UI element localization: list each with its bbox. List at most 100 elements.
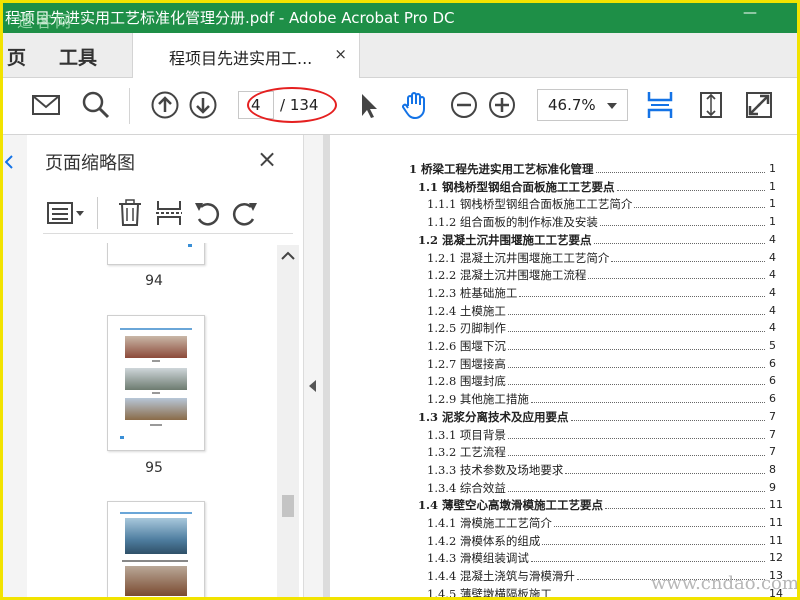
toc-page-number: 9 xyxy=(769,481,776,494)
toc-entry[interactable]: 1.3 泥浆分离技术及应用要点 xyxy=(418,409,569,425)
thumbnail-page-number: 94 xyxy=(145,273,163,289)
thumbnail-photo xyxy=(125,398,187,420)
thumbnail-photo xyxy=(125,336,187,358)
toc-leader-dots xyxy=(507,438,765,439)
previous-page-icon[interactable] xyxy=(150,90,180,120)
menu-item-home[interactable]: 页 xyxy=(7,43,26,70)
toc-entry[interactable]: 1.1.2 组合面板的制作标准及安装 xyxy=(427,214,598,230)
select-cursor-icon[interactable] xyxy=(354,90,384,120)
toc-entry[interactable]: 1.4.5 薄壁墩横隔板施工 xyxy=(427,586,552,597)
rotate-right-icon[interactable] xyxy=(231,199,259,227)
search-icon[interactable] xyxy=(81,90,111,120)
document-tab-label: 程项目先进实用工... xyxy=(169,49,313,68)
toc-entry[interactable]: 1.3.1 项目背景 xyxy=(427,427,506,443)
extract-pages-icon[interactable] xyxy=(155,199,183,227)
toc-page-number: 7 xyxy=(769,445,776,458)
toc-page-number: 11 xyxy=(769,516,783,529)
zoom-value: 46.7% xyxy=(548,96,596,114)
toc-leader-dots xyxy=(565,473,765,474)
page-thumbnail[interactable] xyxy=(107,315,205,451)
tab-close-button[interactable]: × xyxy=(334,45,347,63)
app-window: 程项目先进实用工艺标准化管理分册.pdf - Adobe Acrobat Pro… xyxy=(0,0,800,600)
previous-tool-icon[interactable] xyxy=(0,90,23,120)
toc-leader-dots xyxy=(507,314,765,315)
toc-leader-dots xyxy=(593,243,765,244)
email-icon[interactable] xyxy=(31,90,61,120)
triangle-left-icon xyxy=(309,380,316,392)
toc-entry[interactable]: 1.2 混凝土沉井围堰施工工艺要点 xyxy=(418,232,592,248)
toc-page-number: 4 xyxy=(769,321,776,334)
toc-leader-dots xyxy=(611,261,765,262)
toc-entry[interactable]: 1.2.2 混凝土沉井围堰施工流程 xyxy=(427,267,586,283)
minimize-button[interactable]: — xyxy=(743,5,757,21)
logo-watermark: 道客网 xyxy=(17,12,75,31)
toc-entry[interactable]: 1.2.5 刃脚制作 xyxy=(427,320,506,336)
toc-entry[interactable]: 1.2.4 土模施工 xyxy=(427,303,506,319)
toc-leader-dots xyxy=(542,544,765,545)
toc-entry[interactable]: 1.2.8 围堰封底 xyxy=(427,373,506,389)
toc-page-number: 4 xyxy=(769,233,776,246)
menu-item-tools[interactable]: 工具 xyxy=(59,43,97,70)
zoom-select[interactable]: 46.7% xyxy=(537,89,628,121)
fit-width-icon[interactable] xyxy=(645,90,675,120)
toc-leader-dots xyxy=(507,455,765,456)
toc-entry[interactable]: 1.3.2 工艺流程 xyxy=(427,444,506,460)
site-watermark: www.cndao.com xyxy=(651,573,799,594)
toc-leader-dots xyxy=(588,278,765,279)
full-screen-icon[interactable] xyxy=(744,90,774,120)
toc-page-number: 7 xyxy=(769,410,776,423)
scroll-up-icon[interactable] xyxy=(281,251,295,261)
document-tab[interactable]: 程项目先进实用工... × xyxy=(132,33,360,78)
toc-entry[interactable]: 1.1.1 钢栈桥型钢组合面板施工工艺简介 xyxy=(427,196,632,212)
toc-entry[interactable]: 1.4.4 混凝土浇筑与滑模滑升 xyxy=(427,568,575,584)
fit-page-icon[interactable] xyxy=(696,90,726,120)
toolbar-divider xyxy=(129,88,130,124)
toc-page-number: 1 xyxy=(769,162,776,175)
thumbnail-scrollbar[interactable] xyxy=(277,245,299,597)
toc-entry[interactable]: 1.3.4 综合效益 xyxy=(427,480,506,496)
panel-title: 页面缩略图 xyxy=(45,153,135,174)
page-thumbnail[interactable] xyxy=(107,501,205,597)
zoom-out-icon[interactable] xyxy=(449,90,479,120)
toc-page-number: 6 xyxy=(769,357,776,370)
toc-entry[interactable]: 1.2.7 围堰接高 xyxy=(427,356,506,372)
toc-page-number: 4 xyxy=(769,268,776,281)
menu-bar: 页 工具 xyxy=(3,33,797,78)
toc-leader-dots xyxy=(507,491,765,492)
toc-entry[interactable]: 1.4.1 滑模施工工艺简介 xyxy=(427,515,552,531)
thumbnail-photo xyxy=(125,566,187,596)
toc-page-number: 11 xyxy=(769,498,783,511)
navigation-strip xyxy=(3,135,28,597)
toc-entry[interactable]: 1.2.9 其他施工措施 xyxy=(427,391,529,407)
toc-entry[interactable]: 1.3.3 技术参数及场地要求 xyxy=(427,462,563,478)
toc-entry[interactable]: 1.4.2 滑模体系的组成 xyxy=(427,533,540,549)
toc-entry[interactable]: 1.2.3 桩基础施工 xyxy=(427,285,517,301)
toc-entry[interactable]: 1.4.3 滑模组装调试 xyxy=(427,550,529,566)
toc-entry[interactable]: 1.1 钢栈桥型钢组合面板施工工艺要点 xyxy=(418,179,615,195)
toc-page-number: 12 xyxy=(769,551,783,564)
hand-tool-icon[interactable] xyxy=(400,90,430,120)
trash-icon[interactable] xyxy=(117,199,143,227)
toc-leader-dots xyxy=(595,172,765,173)
panel-collapse-handle[interactable] xyxy=(303,135,324,597)
toc-leader-dots xyxy=(519,296,765,297)
toc-leader-dots xyxy=(530,561,765,562)
next-page-icon[interactable] xyxy=(188,90,218,120)
toc-entry[interactable]: 1 桥梁工程先进实用工艺标准化管理 xyxy=(409,161,594,177)
toc-page-number: 6 xyxy=(769,374,776,387)
options-menu-icon[interactable] xyxy=(47,201,87,225)
thumbnail-tools xyxy=(43,193,293,234)
thumbnail-photo xyxy=(125,368,187,390)
toc-leader-dots xyxy=(507,349,765,350)
toc-entry[interactable]: 1.4 薄壁空心高墩滑模施工工艺要点 xyxy=(418,497,603,513)
zoom-in-icon[interactable] xyxy=(487,90,517,120)
panel-close-button[interactable]: × xyxy=(257,145,277,173)
thumbnail-photo xyxy=(125,518,187,554)
toc-entry[interactable]: 1.2.6 围堰下沉 xyxy=(427,338,506,354)
toc-entry[interactable]: 1.2.1 混凝土沉井围堰施工工艺简介 xyxy=(427,250,609,266)
toc-page-number: 11 xyxy=(769,534,783,547)
rotate-left-icon[interactable] xyxy=(193,199,221,227)
chevron-left-icon[interactable] xyxy=(5,155,13,169)
page-thumbnail[interactable] xyxy=(107,243,205,265)
scroll-thumb[interactable] xyxy=(282,495,294,517)
